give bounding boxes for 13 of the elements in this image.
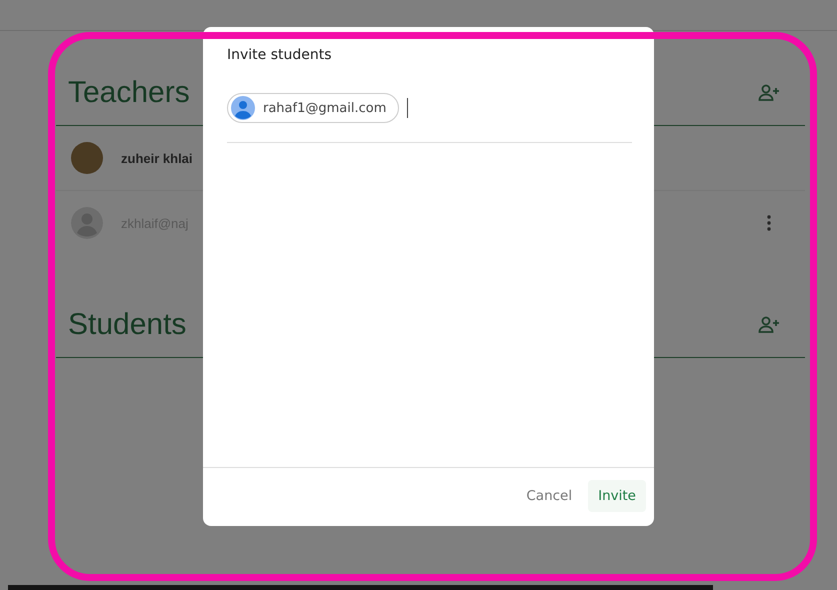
section-heading: Teachers	[67, 76, 190, 110]
email-input-field[interactable]: rahaf1@gmail.com	[227, 93, 632, 143]
photo-placeholder	[71, 142, 103, 174]
person-name: zuheir khlai	[121, 150, 194, 166]
avatar-icon	[231, 96, 255, 120]
dialog-title: Invite students	[226, 46, 333, 63]
email-chip[interactable]: rahaf1@gmail.com	[227, 93, 400, 123]
dialog-button[interactable]: Cancel	[516, 480, 582, 512]
avatar-icon	[71, 207, 103, 239]
section-heading: Students	[67, 308, 186, 342]
dialog-button[interactable]: Invite	[588, 480, 646, 512]
text-cursor	[407, 98, 408, 118]
more-icon[interactable]	[767, 215, 771, 231]
